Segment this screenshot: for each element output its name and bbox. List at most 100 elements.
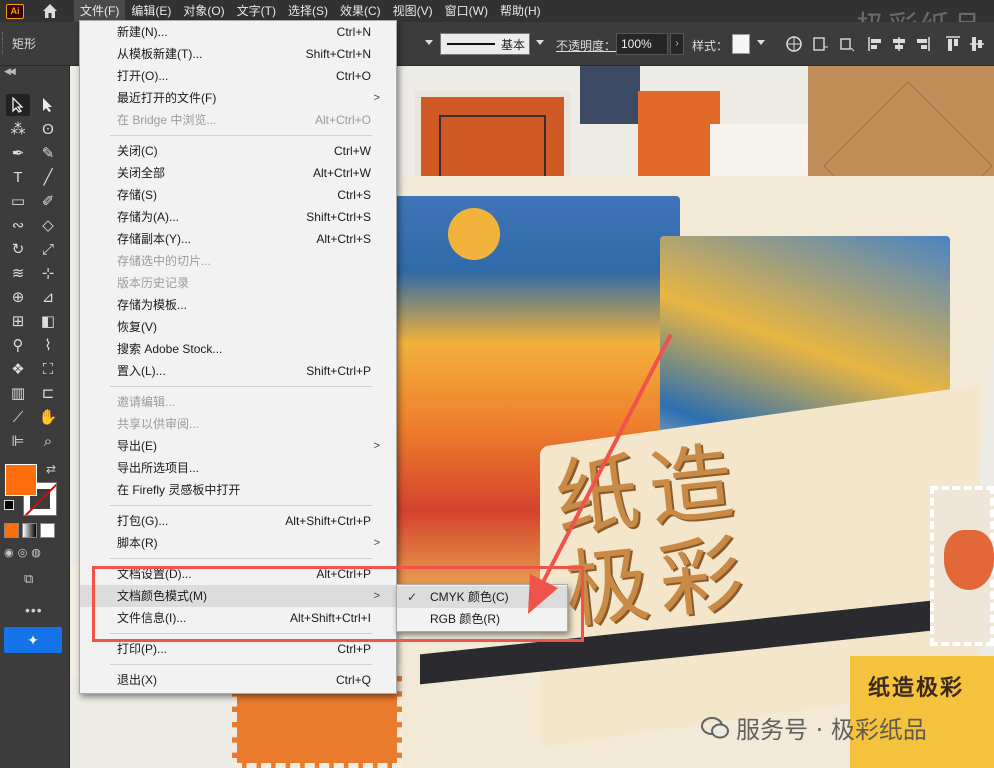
menu-item-new-from-template[interactable]: 从模板新建(T)... Shift+Ctrl+N [80,43,396,65]
scale-tool-icon[interactable]: ⤢ [36,238,60,260]
align-middle-icon[interactable] [968,34,986,54]
shape-options-icon[interactable] [812,34,830,54]
menu-window[interactable]: 窗口(W) [439,0,494,22]
gradient-mode-icon[interactable] [22,523,37,538]
selection-tool-icon[interactable] [6,94,30,116]
paintbrush-tool-icon[interactable]: ✐ [36,190,60,212]
slice-tool-icon[interactable]: ⟋ [6,406,30,428]
menu-item-label: 文件信息(I)... [117,611,187,625]
menu-item-search-adobe-stock[interactable]: 搜索 Adobe Stock... [80,338,396,360]
menu-item-close-all[interactable]: 关闭全部 Alt+Ctrl+W [80,162,396,184]
menu-item-export[interactable]: 导出(E) > [80,435,396,457]
align-left-icon[interactable] [866,34,884,54]
edit-toolbar-icon[interactable]: ••• [25,602,43,618]
none-mode-icon[interactable] [40,523,55,538]
opacity-label[interactable]: 不透明度： [556,37,616,54]
warp-tool-icon[interactable]: ≋ [6,262,30,284]
live-paint-tool-icon[interactable]: ⛶ [36,358,60,380]
lasso-tool-icon[interactable]: ʘ [36,118,60,140]
fill-color-swatch[interactable] [5,464,37,496]
draw-behind-icon[interactable]: ◎ [18,546,28,559]
menu-item-save-as-template[interactable]: 存储为模板... [80,294,396,316]
mesh-tool-icon[interactable]: ⊞ [6,310,30,332]
type-tool-icon[interactable]: T [6,166,30,188]
menu-item-package[interactable]: 打包(G)... Alt+Shift+Ctrl+P [80,510,396,532]
menu-item-new[interactable]: 新建(N)... Ctrl+N [80,21,396,43]
menu-file[interactable]: 文件(F) [74,0,126,22]
menu-help[interactable]: 帮助(H) [494,0,547,22]
transform-icon[interactable] [838,34,856,54]
style-dropdown-icon[interactable] [757,40,765,45]
panel-grip[interactable] [2,32,4,54]
menu-object[interactable]: 对象(O) [177,0,230,22]
rotate-tool-icon[interactable]: ↻ [6,238,30,260]
menu-effect[interactable]: 效果(C) [334,0,387,22]
menu-item-scripts[interactable]: 脚本(R) > [80,532,396,554]
pen-tool-icon[interactable]: ✒ [6,142,30,164]
chevron-down-icon[interactable] [536,40,544,45]
menu-select[interactable]: 选择(S) [282,0,334,22]
eraser-tool-icon[interactable]: ◇ [36,214,60,236]
swap-fill-stroke-icon[interactable]: ⇄ [46,462,56,476]
line-tool-icon[interactable]: ╱ [36,166,60,188]
hand-tool-icon[interactable]: ✋ [36,406,60,428]
eyedropper-tool-icon[interactable]: ⌇ [36,334,60,356]
menu-item-save[interactable]: 存储(S) Ctrl+S [80,184,396,206]
recolor-icon[interactable] [785,34,803,54]
submenu-item-cmyk[interactable]: ✓ CMYK 颜色(C) [397,586,567,608]
zoom-tool-icon[interactable]: ⌕ [36,430,60,452]
generative-ai-button[interactable]: ✦ [4,627,62,653]
menu-item-document-setup[interactable]: 文档设置(D)... Alt+Ctrl+P [80,563,396,585]
menu-item-document-color-mode[interactable]: 文档颜色模式(M) > [80,585,396,607]
menu-item-place[interactable]: 置入(L)... Shift+Ctrl+P [80,360,396,382]
symbol-sprayer-tool-icon[interactable]: ❖ [6,358,30,380]
perspective-grid-tool-icon[interactable]: ⊿ [36,286,60,308]
artboard-tool-icon[interactable]: ⊏ [36,382,60,404]
collapse-panel-icon[interactable]: ◀◀ [4,66,16,77]
stroke-weight-dropdown-icon[interactable] [425,40,433,45]
direct-selection-tool-icon[interactable] [36,94,60,116]
magic-wand-tool-icon[interactable]: ⁂ [6,118,30,140]
gradient-tool-icon[interactable]: ◧ [36,310,60,332]
opacity-arrow-icon[interactable]: › [670,33,684,55]
menu-item-label: 版本历史记录 [117,276,190,290]
stroke-profile-dropdown[interactable]: 基本 [440,33,530,55]
home-icon[interactable] [42,3,58,19]
menu-item-export-selection[interactable]: 导出所选项目... [80,457,396,479]
draw-inside-icon[interactable]: ◍ [31,546,41,559]
free-transform-tool-icon[interactable]: ⊹ [36,262,60,284]
menu-item-revert[interactable]: 恢复(V) [80,316,396,338]
menu-item-save-as[interactable]: 存储为(A)... Shift+Ctrl+S [80,206,396,228]
curvature-tool-icon[interactable]: ✎ [36,142,60,164]
menu-view[interactable]: 视图(V) [387,0,439,22]
screen-mode-icon[interactable]: ⧉ [24,571,33,587]
blend-tool-icon[interactable]: ⚲ [6,334,30,356]
stamp-badge [944,530,994,590]
draw-normal-icon[interactable]: ◉ [4,546,14,559]
menu-item-save-copy[interactable]: 存储副本(Y)... Alt+Ctrl+S [80,228,396,250]
menu-item-file-info[interactable]: 文件信息(I)... Alt+Shift+Ctrl+I [80,607,396,629]
color-mode-icon[interactable] [4,523,19,538]
menu-item-print[interactable]: 打印(P)... Ctrl+P [80,638,396,660]
default-colors-icon[interactable] [4,500,14,510]
menu-edit[interactable]: 编辑(E) [125,0,177,22]
align-right-icon[interactable] [914,34,932,54]
menu-item-close[interactable]: 关闭(C) Ctrl+W [80,140,396,162]
menu-separator [80,382,396,391]
align-center-icon[interactable] [890,34,908,54]
shaper-tool-icon[interactable]: ∾ [6,214,30,236]
graphic-style-swatch[interactable] [732,34,750,54]
chevron-right-icon: > [373,590,380,602]
menu-item-open-recent[interactable]: 最近打开的文件(F) > [80,87,396,109]
column-graph-tool-icon[interactable]: ▥ [6,382,30,404]
menu-item-open[interactable]: 打开(O)... Ctrl+O [80,65,396,87]
submenu-item-rgb[interactable]: RGB 颜色(R) [397,608,567,630]
menu-item-exit[interactable]: 退出(X) Ctrl+Q [80,669,396,691]
rectangle-tool-icon[interactable]: ▭ [6,190,30,212]
opacity-input[interactable]: 100% [616,33,668,55]
menu-item-open-in-firefly[interactable]: 在 Firefly 灵感板中打开 [80,479,396,501]
align-top-icon[interactable] [944,34,962,54]
shape-builder-tool-icon[interactable]: ⊕ [6,286,30,308]
puppet-warp-tool-icon[interactable]: ⊫ [6,430,30,452]
menu-type[interactable]: 文字(T) [231,0,282,22]
